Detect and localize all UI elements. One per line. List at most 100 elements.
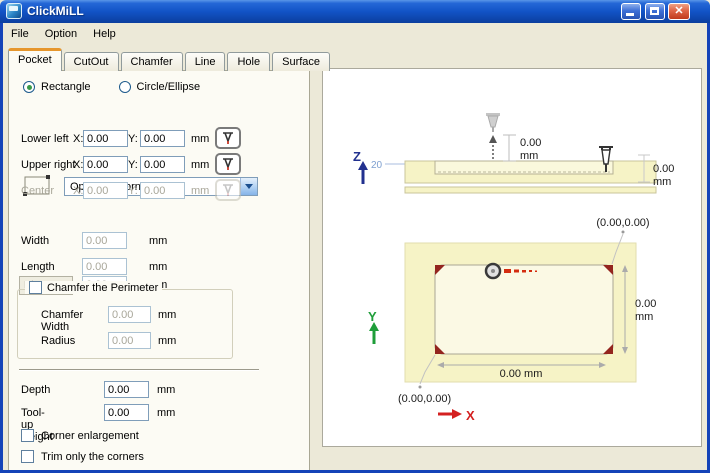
center-y-prefix: Y:	[128, 185, 138, 197]
toolup-dim-value: 0.00	[520, 137, 541, 149]
upper-right-label: Upper right	[21, 159, 75, 171]
preview-panel: Z 20	[322, 68, 702, 447]
tab-cutout[interactable]: CutOut	[64, 52, 119, 71]
toolup-dim-unit: mm	[520, 150, 538, 162]
length-unit: mm	[149, 261, 167, 273]
pocket-tab-page: Rectangle Circle/Ellipse Opposite Corner…	[8, 70, 310, 470]
center-teach-button	[215, 179, 241, 201]
height-dim-value: 0.00	[635, 298, 656, 310]
radius-input	[108, 332, 151, 349]
mill-tool-icon	[221, 131, 235, 146]
center-unit: mm	[191, 185, 209, 197]
z-tick-label: 20	[371, 160, 383, 171]
width-unit: mm	[149, 235, 167, 247]
app-icon	[6, 3, 22, 19]
lower-left-label: Lower left	[21, 133, 69, 145]
lower-left-x-input[interactable]	[83, 130, 128, 147]
y-axis-label: Y	[368, 309, 377, 324]
z-axis-label: Z	[353, 149, 361, 164]
depth-dim-value: 0.00	[653, 163, 674, 175]
height-dim-unit: mm	[635, 311, 653, 323]
depth-label: Depth	[21, 384, 50, 396]
depth-dim-unit: mm	[653, 176, 671, 188]
trim-corners-checkbox[interactable]	[21, 450, 34, 463]
center-y-input	[140, 182, 185, 199]
origin-top-right-dot	[622, 231, 625, 234]
center-label: Center	[21, 185, 54, 197]
pocket-outline	[435, 265, 613, 354]
menu-bar: File Option Help	[3, 23, 707, 44]
origin-top-right-label: (0.00,0.00)	[596, 217, 649, 229]
shape-radio-group: Rectangle Circle/Ellipse	[23, 81, 200, 93]
trim-corners-label: Trim only the corners	[41, 451, 144, 463]
title-bar[interactable]: ClickMiLL ✕	[0, 0, 710, 23]
top-view: (0.00,0.00) (0.00,0.00) 0.00 mm 0.00 mm	[368, 217, 656, 423]
mill-tool-icon	[221, 183, 235, 198]
lower-left-unit: mm	[191, 133, 209, 145]
center-x-input	[83, 182, 128, 199]
window-title: ClickMiLL	[27, 4, 84, 18]
depth-unit: mm	[157, 384, 175, 396]
minimize-button[interactable]	[621, 3, 641, 20]
tab-pocket[interactable]: Pocket	[8, 48, 62, 71]
rectangle-radio-label: Rectangle	[41, 81, 91, 93]
menu-file[interactable]: File	[3, 26, 37, 42]
corner-enlargement-row: Corner enlargement	[21, 429, 139, 442]
tab-strip: Pocket CutOut Chamfer Line Hole Surface	[8, 48, 332, 71]
section-divider	[19, 369, 259, 371]
lower-left-y-input[interactable]	[140, 130, 185, 147]
length-label: Length	[21, 261, 55, 273]
stock-base-strip	[405, 187, 656, 193]
radius-unit: mm	[158, 335, 176, 347]
center-x-prefix: X:	[73, 185, 83, 197]
menu-option[interactable]: Option	[37, 26, 85, 42]
trim-corners-row: Trim only the corners	[21, 450, 144, 463]
chamfer-perimeter-checkbox[interactable]	[29, 281, 42, 294]
upper-right-y-prefix: Y:	[128, 159, 138, 171]
app-window: ClickMiLL ✕ File Option Help Pocket CutO…	[0, 0, 710, 473]
close-icon: ✕	[674, 5, 683, 17]
close-button[interactable]: ✕	[668, 3, 690, 20]
tab-hole[interactable]: Hole	[227, 52, 270, 71]
minimize-icon	[626, 13, 634, 16]
radius-label: Radius	[41, 335, 75, 347]
circle-ellipse-radio[interactable]	[119, 81, 131, 93]
mill-tool-icon	[221, 157, 235, 172]
corner-enlargement-checkbox[interactable]	[21, 429, 34, 442]
width-label: Width	[21, 235, 49, 247]
upper-right-x-prefix: X:	[73, 159, 83, 171]
origin-bottom-left-label: (0.00,0.00)	[398, 393, 451, 405]
width-dim-value: 0.00 mm	[500, 368, 543, 380]
chamfer-width-label: Chamfer Width	[41, 309, 83, 333]
x-axis-label: X	[466, 408, 475, 423]
tab-surface[interactable]: Surface	[272, 52, 330, 71]
lower-left-teach-button[interactable]	[215, 127, 241, 149]
toolup-arrowhead	[489, 135, 497, 143]
lower-left-y-prefix: Y:	[128, 133, 138, 145]
tab-chamfer[interactable]: Chamfer	[121, 52, 183, 71]
tab-line[interactable]: Line	[185, 52, 226, 71]
width-input	[82, 232, 127, 249]
depth-input[interactable]	[104, 381, 149, 398]
x-axis-arrowhead	[452, 409, 462, 419]
circle-ellipse-radio-label: Circle/Ellipse	[137, 81, 201, 93]
maximize-icon	[650, 7, 659, 15]
toolup-height-unit: mm	[157, 407, 175, 419]
length-input	[82, 258, 127, 275]
toolup-height-input[interactable]	[104, 404, 149, 421]
chevron-down-icon[interactable]	[240, 178, 257, 195]
side-view: Z 20	[353, 113, 674, 193]
chamfer-width-unit: mm	[158, 309, 176, 321]
menu-help[interactable]: Help	[85, 26, 124, 42]
chamfer-group-header: Chamfer the Perimeter	[25, 281, 162, 294]
origin-bottom-left-dot	[419, 386, 422, 389]
lower-left-x-prefix: X:	[73, 133, 83, 145]
corner-enlargement-label: Corner enlargement	[41, 430, 139, 442]
chamfer-perimeter-label: Chamfer the Perimeter	[47, 282, 158, 294]
upper-right-y-input[interactable]	[140, 156, 185, 173]
window-border-left	[0, 20, 3, 473]
maximize-button[interactable]	[645, 3, 665, 20]
upper-right-teach-button[interactable]	[215, 153, 241, 175]
upper-right-x-input[interactable]	[83, 156, 128, 173]
rectangle-radio[interactable]	[23, 81, 35, 93]
